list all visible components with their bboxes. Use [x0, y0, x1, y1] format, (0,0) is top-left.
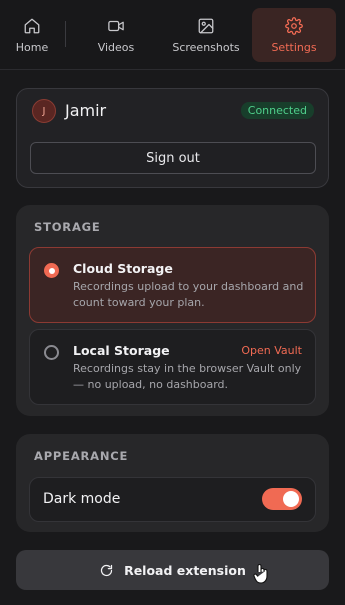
- local-storage-option[interactable]: Local Storage Open Vault Recordings stay…: [29, 329, 316, 405]
- local-storage-description: Recordings stay in the browser Vault onl…: [73, 362, 302, 391]
- local-storage-radio[interactable]: [44, 345, 59, 360]
- account-card: J Jamir Connected Sign out: [16, 88, 329, 188]
- cloud-storage-option[interactable]: Cloud Storage Recordings upload to your …: [29, 247, 316, 323]
- reload-extension-label: Reload extension: [124, 562, 246, 578]
- dark-mode-row: Dark mode: [29, 477, 316, 522]
- dark-mode-toggle[interactable]: [262, 488, 302, 510]
- toggle-knob: [283, 491, 299, 507]
- reload-extension-button[interactable]: Reload extension: [16, 550, 329, 590]
- cloud-storage-title: Cloud Storage: [73, 261, 173, 276]
- open-vault-link[interactable]: Open Vault: [241, 344, 302, 357]
- status-badge: Connected: [240, 102, 314, 119]
- tab-screenshots[interactable]: Screenshots: [168, 8, 244, 62]
- dark-mode-label: Dark mode: [43, 491, 121, 507]
- local-storage-title: Local Storage: [73, 343, 170, 358]
- video-camera-icon: [108, 20, 124, 31]
- tab-settings[interactable]: Settings: [252, 8, 336, 62]
- storage-card: STORAGE Cloud Storage Recordings upload …: [16, 205, 329, 416]
- tab-settings-label: Settings: [271, 40, 317, 54]
- top-nav: Home Videos Screenshots Settings: [0, 0, 345, 70]
- sign-out-button[interactable]: Sign out: [30, 142, 316, 174]
- tab-videos[interactable]: Videos: [80, 8, 152, 62]
- hand-cursor-icon: [253, 564, 268, 584]
- username: Jamir: [65, 101, 107, 120]
- gear-icon: [285, 16, 303, 35]
- reload-icon: [101, 564, 113, 576]
- appearance-section-title: APPEARANCE: [34, 449, 129, 463]
- image-icon: [198, 18, 214, 33]
- tab-screenshots-label: Screenshots: [172, 40, 240, 54]
- tab-home-label: Home: [15, 40, 49, 54]
- cloud-storage-radio[interactable]: [44, 263, 59, 278]
- appearance-card: APPEARANCE Dark mode: [16, 434, 329, 532]
- home-icon: [24, 18, 40, 33]
- nav-divider: [65, 21, 66, 47]
- tab-home[interactable]: Home: [4, 8, 60, 62]
- cloud-storage-description: Recordings upload to your dashboard and …: [73, 280, 304, 309]
- storage-section-title: STORAGE: [34, 220, 101, 234]
- tab-videos-label: Videos: [97, 40, 135, 54]
- avatar: J: [32, 99, 56, 123]
